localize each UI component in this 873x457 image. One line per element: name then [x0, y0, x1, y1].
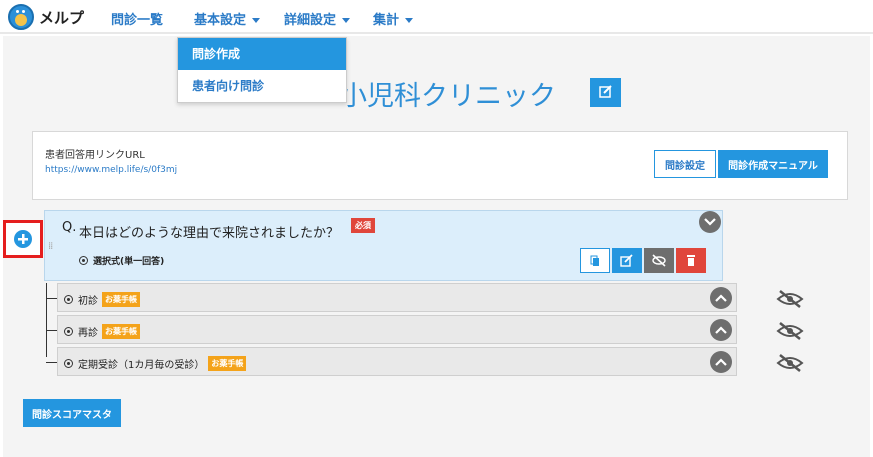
option-row[interactable]: 定期受診（1カ月毎の受診） お薬手帳	[57, 347, 737, 376]
collapse-question-button[interactable]	[699, 211, 721, 233]
option-label: 再診	[78, 328, 98, 339]
nav-item-label: 問診一覧	[111, 13, 164, 28]
question-prefix: Q.	[62, 220, 77, 235]
chevron-up-icon	[715, 294, 727, 302]
caret-down-icon	[252, 18, 261, 23]
option-label-group: 再診 お薬手帳	[64, 324, 140, 339]
option-label-group: 初診 お薬手帳	[64, 292, 140, 307]
option-label: 定期受診（1カ月毎の受診）	[78, 360, 205, 371]
eye-slash-icon	[652, 254, 666, 267]
edit-clinic-title-button[interactable]	[590, 78, 621, 107]
penguin-logo-icon	[8, 4, 34, 30]
score-master-button[interactable]: 問診スコアマスタ	[23, 399, 121, 427]
tree-branch	[46, 298, 57, 299]
copy-question-button[interactable]	[580, 248, 610, 273]
manual-button[interactable]: 問診作成マニュアル	[718, 150, 828, 178]
nav-item-inquiry-list[interactable]: 問診一覧	[111, 9, 163, 28]
chevron-up-icon	[715, 358, 727, 366]
eye-slash-icon[interactable]	[776, 353, 804, 373]
edit-icon	[599, 85, 612, 98]
option-row[interactable]: 初診 お薬手帳	[57, 283, 737, 312]
basic-settings-dropdown: 問診作成 患者向け問診	[177, 37, 347, 103]
nav-item-basic-settings[interactable]: 基本設定	[194, 9, 261, 28]
plus-icon	[18, 234, 28, 244]
radio-icon	[64, 295, 73, 304]
question-card: ⁞⁞ Q. 本日はどのような理由で来院されましたか？ 必須 選択式(単一回答)	[44, 210, 723, 281]
nav-item-label: 基本設定	[194, 13, 247, 28]
app-logo[interactable]: メルプ	[8, 4, 84, 30]
trash-icon	[687, 255, 695, 266]
option-row[interactable]: 再診 お薬手帳	[57, 315, 737, 344]
clinic-title: 小児科クリニック	[340, 81, 556, 112]
drag-handle-icon[interactable]: ⁞⁞	[48, 241, 53, 252]
patient-link-panel: 患者回答用リンクURL https://www.melp.life/s/0f3m…	[32, 131, 848, 200]
tree-branch	[46, 362, 57, 363]
medication-notebook-tag: お薬手帳	[102, 292, 140, 307]
add-question-highlight	[3, 220, 43, 258]
edit-question-button[interactable]	[612, 248, 642, 273]
medication-notebook-tag: お薬手帳	[208, 356, 247, 371]
edit-icon	[620, 254, 633, 267]
dropdown-item-patient-inquiry[interactable]: 患者向け問診	[178, 70, 346, 102]
app-name: メルプ	[39, 8, 85, 27]
nav-item-label: 集計	[373, 13, 400, 28]
nav-item-label: 詳細設定	[284, 13, 337, 28]
question-text: 本日はどのような理由で来院されましたか？	[79, 226, 340, 241]
patient-link-url[interactable]: https://www.melp.life/s/0f3mj	[45, 165, 177, 175]
option-label: 初診	[78, 296, 98, 307]
dropdown-item-create-inquiry[interactable]: 問診作成	[178, 38, 346, 70]
eye-slash-icon[interactable]	[776, 321, 804, 341]
required-badge: 必須	[351, 218, 375, 233]
nav-item-aggregate[interactable]: 集計	[373, 9, 414, 28]
tree-connector	[46, 283, 47, 357]
medication-notebook-tag: お薬手帳	[102, 324, 140, 339]
caret-down-icon	[342, 18, 351, 23]
question-type-label: 選択式(単一回答)	[93, 257, 165, 267]
hide-question-button[interactable]	[644, 248, 674, 273]
radio-icon	[64, 359, 73, 368]
add-question-button[interactable]	[14, 230, 32, 248]
option-label-group: 定期受診（1カ月毎の受診） お薬手帳	[64, 356, 247, 371]
inquiry-settings-button[interactable]: 問診設定	[654, 150, 716, 178]
question-type: 選択式(単一回答)	[79, 254, 164, 267]
radio-icon	[79, 256, 88, 265]
expand-option-button[interactable]	[710, 287, 732, 309]
link-label: 患者回答用リンクURL	[45, 150, 145, 161]
expand-option-button[interactable]	[710, 319, 732, 341]
top-navbar: メルプ 問診一覧 基本設定 詳細設定 集計	[0, 0, 873, 34]
chevron-up-icon	[715, 326, 727, 334]
eye-slash-icon[interactable]	[776, 289, 804, 309]
radio-icon	[64, 327, 73, 336]
caret-down-icon	[405, 18, 414, 23]
copy-icon	[590, 255, 599, 266]
chevron-down-icon	[704, 218, 716, 226]
expand-option-button[interactable]	[710, 351, 732, 373]
nav-item-detail-settings[interactable]: 詳細設定	[284, 9, 351, 28]
tree-branch	[46, 330, 57, 331]
delete-question-button[interactable]	[676, 248, 706, 273]
